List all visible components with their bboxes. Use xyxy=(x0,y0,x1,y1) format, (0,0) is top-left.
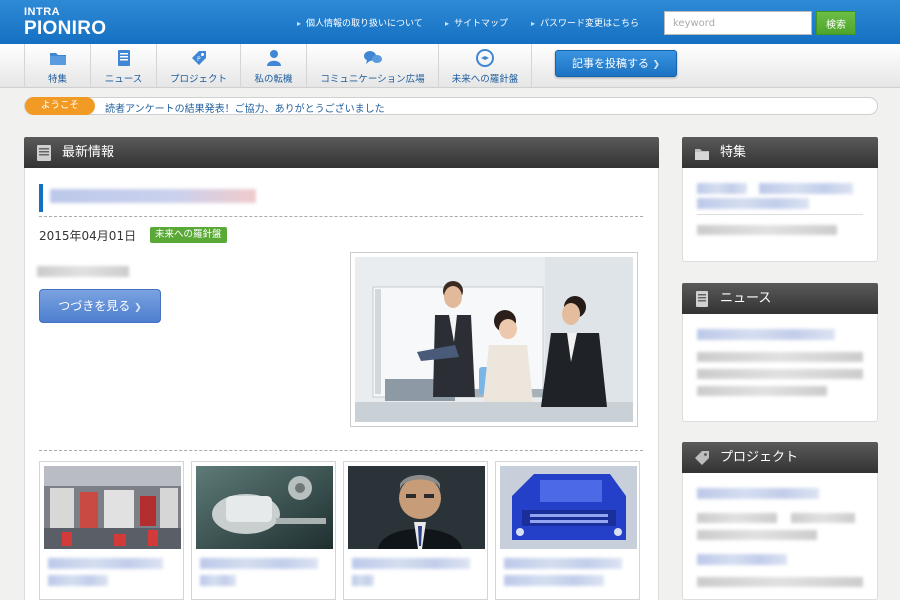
post-article-button[interactable]: 記事を投稿する ❯ xyxy=(555,50,677,77)
article-date: 2015年04月01日 xyxy=(39,229,137,243)
sidebar-text-blurred xyxy=(791,513,855,523)
sidebar-divider xyxy=(697,214,863,215)
post-article-label: 記事を投稿する xyxy=(571,57,649,70)
announcement-link[interactable]: 読者アンケートの結果発表！ご協力、ありがとうございました xyxy=(105,100,385,115)
password-change-link[interactable]: パスワード変更はこちら xyxy=(531,16,639,29)
nav-item-label: コミュニケーション広場 xyxy=(320,74,425,85)
top-header: INTRA PIONIRO 個人情報の取り扱いについて サイトマップ パスワード… xyxy=(0,0,900,44)
document-icon xyxy=(696,291,708,307)
article-card[interactable] xyxy=(39,461,184,600)
card-title-blurred xyxy=(504,575,604,586)
card-title-blurred xyxy=(48,575,108,586)
nav-item-label: プロジェクト xyxy=(169,74,227,85)
read-more-label: つづきを見る xyxy=(58,299,131,313)
sidebar-feature-header: 特集 xyxy=(682,137,878,168)
article-photo[interactable] xyxy=(350,252,638,427)
sidebar-link-blurred[interactable] xyxy=(759,183,853,194)
factory-thumbnail xyxy=(44,466,181,549)
sidebar-text-blurred xyxy=(697,530,817,540)
sidebar-text-blurred xyxy=(697,386,827,396)
panel-title: 特集 xyxy=(720,145,747,160)
tag-icon xyxy=(695,451,709,465)
sidebar-text-blurred xyxy=(697,352,863,362)
logo-line1: INTRA xyxy=(24,6,61,18)
card-title-blurred xyxy=(200,575,236,586)
nav-item-news[interactable]: ニュース xyxy=(90,44,156,88)
article-category-tag[interactable]: 未来への羅針盤 xyxy=(150,227,227,243)
panel-title: 最新情報 xyxy=(62,145,115,160)
search-input[interactable] xyxy=(664,11,812,35)
nav-item-communication[interactable]: コミュニケーション広場 xyxy=(306,44,438,88)
sidebar-link-blurred[interactable] xyxy=(697,488,819,499)
sidebar-text-blurred xyxy=(697,513,777,523)
article-card[interactable] xyxy=(495,461,640,600)
blue-vehicle-thumbnail xyxy=(500,466,637,549)
sidebar-link-blurred[interactable] xyxy=(697,554,787,565)
article-title-blurred[interactable] xyxy=(50,189,256,203)
folder-icon xyxy=(695,149,709,160)
document-icon xyxy=(37,145,51,161)
sitemap-link[interactable]: サイトマップ xyxy=(445,16,508,29)
nav-item-turning-point[interactable]: 私の転機 xyxy=(240,44,306,88)
site-logo[interactable]: INTRA PIONIRO xyxy=(24,6,107,39)
meeting-photo-illustration xyxy=(355,257,633,422)
card-title-blurred xyxy=(352,558,470,569)
read-more-button[interactable]: つづきを見る ❯ xyxy=(39,289,161,323)
nav-item-label: 特集 xyxy=(47,74,67,85)
welcome-badge: ようこそ xyxy=(25,97,95,115)
chevron-right-icon: ❯ xyxy=(652,60,661,70)
sidebar-link-blurred[interactable] xyxy=(697,198,809,209)
nav-item-label: 私の転機 xyxy=(254,74,293,85)
sidebar-link-blurred[interactable] xyxy=(697,329,835,340)
sidebar-project-header: プロジェクト xyxy=(682,442,878,473)
section-divider xyxy=(39,450,643,451)
card-title-blurred xyxy=(352,575,374,586)
nav-item-project[interactable]: P プロジェクト xyxy=(156,44,240,88)
card-title-blurred xyxy=(200,558,318,569)
compass-icon xyxy=(476,49,494,67)
privacy-policy-link[interactable]: 個人情報の取り扱いについて xyxy=(297,16,423,29)
person-icon xyxy=(266,50,281,66)
logo-line2: PIONIRO xyxy=(24,18,107,39)
document-icon xyxy=(117,50,130,66)
nav-item-label: 未来への羅針盤 xyxy=(451,74,519,85)
article-title-accent xyxy=(39,184,43,212)
sidebar-text-blurred xyxy=(697,225,837,235)
nav-item-compass[interactable]: 未来への羅針盤 xyxy=(438,44,532,88)
tag-icon: P xyxy=(191,51,206,65)
nav-item-feature[interactable]: 特集 xyxy=(24,44,90,88)
card-title-blurred xyxy=(48,558,163,569)
executive-portrait-thumbnail xyxy=(348,466,485,549)
sidebar-news-body xyxy=(682,314,878,422)
search-button[interactable]: 検索 xyxy=(816,11,856,35)
sidebar-link-blurred[interactable] xyxy=(697,183,747,194)
nav-item-label: ニュース xyxy=(104,74,143,85)
machinery-thumbnail xyxy=(196,466,333,549)
announcement-ticker: ようこそ 読者アンケートの結果発表！ご協力、ありがとうございました xyxy=(24,97,878,115)
sidebar-news-header: ニュース xyxy=(682,283,878,314)
panel-title: プロジェクト xyxy=(720,450,799,465)
sidebar-feature-body xyxy=(682,168,878,262)
sidebar-text-blurred xyxy=(697,369,863,379)
card-title-blurred xyxy=(504,558,622,569)
article-card[interactable] xyxy=(191,461,336,600)
sidebar-project-body xyxy=(682,473,878,600)
main-navigation: 特集 ニュース P プロジェクト 私の転機 コミュニケーション広場 未来への羅針… xyxy=(0,44,900,88)
folder-icon xyxy=(49,53,66,65)
sidebar-text-blurred xyxy=(697,577,863,587)
article-card[interactable] xyxy=(343,461,488,600)
chevron-right-icon: ❯ xyxy=(134,303,142,313)
article-divider xyxy=(39,216,643,217)
article-excerpt-blurred xyxy=(37,266,129,277)
svg-text:P: P xyxy=(197,56,201,63)
chat-bubbles-icon xyxy=(363,51,382,64)
panel-title: ニュース xyxy=(720,291,772,306)
latest-news-header: 最新情報 xyxy=(24,137,659,168)
